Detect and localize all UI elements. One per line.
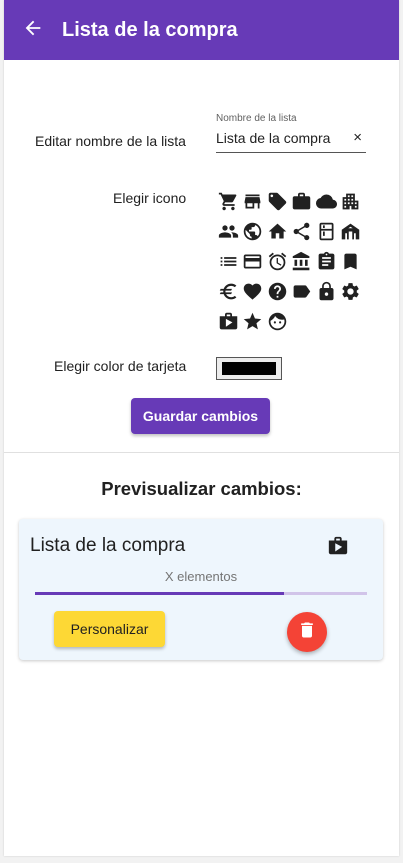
share-icon[interactable] [290, 219, 314, 243]
home-icon[interactable] [265, 219, 289, 243]
list-name-field[interactable]: Nombre de la lista Lista de la compra × [216, 110, 366, 154]
page: Lista de la compra Editar nombre de la l… [4, 0, 399, 856]
choose-color-label: Elegir color de tarjeta [54, 358, 187, 374]
save-changes-button[interactable]: Guardar cambios [131, 398, 270, 434]
tag-icon[interactable] [265, 189, 289, 213]
icon-picker [216, 189, 364, 339]
globe-icon[interactable] [241, 219, 265, 243]
cloud-icon[interactable] [314, 189, 338, 213]
progress-fill [35, 592, 284, 595]
shopping-cart-icon[interactable] [216, 189, 240, 213]
credit-card-icon[interactable] [241, 249, 265, 273]
customize-button[interactable]: Personalizar [54, 611, 165, 647]
list-name-input[interactable]: Lista de la compra [216, 130, 330, 146]
app-bar: Lista de la compra [4, 0, 399, 60]
euro-icon[interactable] [216, 279, 240, 303]
card-title: Lista de la compra [30, 535, 186, 556]
list-icon[interactable] [216, 249, 240, 273]
field-underline [216, 152, 366, 153]
shop-bag-icon [327, 535, 351, 559]
trash-icon [297, 620, 317, 645]
help-icon[interactable] [265, 279, 289, 303]
card-color-picker[interactable] [216, 357, 282, 380]
clipboard-icon[interactable] [314, 249, 338, 273]
lock-icon[interactable] [314, 279, 338, 303]
house-fence-icon[interactable] [339, 219, 363, 243]
face-icon[interactable] [265, 309, 289, 333]
kitchen-icon[interactable] [314, 219, 338, 243]
bookmark-icon[interactable] [339, 249, 363, 273]
item-count: X elementos [164, 569, 238, 584]
preview-heading: Previsualizar cambios: [101, 478, 302, 499]
people-icon[interactable] [216, 219, 240, 243]
alarm-icon[interactable] [265, 249, 289, 273]
list-name-floating-label: Nombre de la lista [216, 113, 297, 124]
shop-bag-icon[interactable] [216, 309, 240, 333]
apartment-icon[interactable] [339, 189, 363, 213]
back-button[interactable] [4, 0, 62, 60]
selected-color-swatch [222, 362, 276, 375]
settings-icon[interactable] [339, 279, 363, 303]
bank-icon[interactable] [290, 249, 314, 273]
label-icon[interactable] [290, 279, 314, 303]
arrow-back-icon [22, 17, 44, 44]
choose-icon-label: Elegir icono [113, 190, 187, 206]
delete-button[interactable] [287, 612, 327, 652]
page-title: Lista de la compra [62, 18, 238, 41]
store-icon[interactable] [241, 189, 265, 213]
clear-icon[interactable]: × [353, 129, 362, 146]
heart-icon[interactable] [241, 279, 265, 303]
star-icon[interactable] [241, 309, 265, 333]
preview-card[interactable]: Lista de la compra X elementos Personali… [19, 519, 383, 660]
progress-bar [35, 592, 367, 595]
edit-name-label: Editar nombre de la lista [35, 133, 186, 149]
section-divider [4, 452, 399, 453]
briefcase-icon[interactable] [290, 189, 314, 213]
